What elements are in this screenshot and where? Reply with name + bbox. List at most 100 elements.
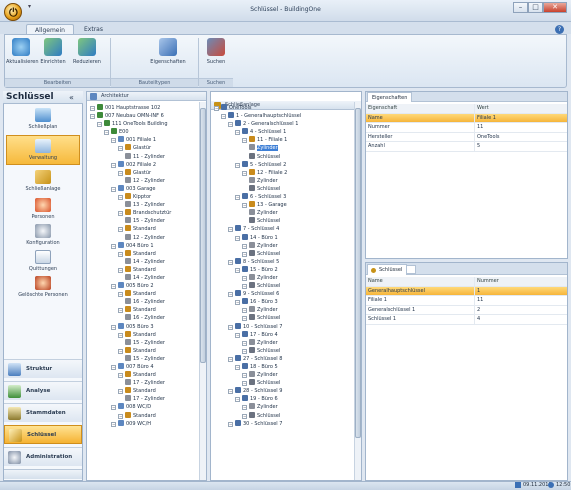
tree-node[interactable]: − 12 - Filiale 2 <box>214 168 352 177</box>
expander-icon[interactable]: − <box>242 251 247 257</box>
tree-node[interactable]: 17 - Zylinder <box>90 379 198 387</box>
tree-node[interactable]: 12 - Zylinder <box>90 176 198 185</box>
sidebar-item-schliessplan[interactable]: Schließplan <box>6 108 80 130</box>
close-button[interactable]: ✕ <box>543 2 567 13</box>
expander-icon[interactable]: − <box>228 389 233 395</box>
tree-node[interactable]: − Zylinder <box>214 306 352 314</box>
expander-icon[interactable]: − <box>235 235 240 241</box>
tree-node[interactable]: − 13 - Garage <box>214 201 352 209</box>
tree-node[interactable]: − 6 - Schlüssel 3 <box>214 193 352 201</box>
tree-node[interactable]: − 19 - Büro 6 <box>214 395 352 403</box>
tree-node[interactable]: − Glastür <box>90 144 198 152</box>
nav-analyse[interactable]: Analyse <box>4 381 82 400</box>
tree-node[interactable]: − Zylinder <box>214 273 352 282</box>
expander-icon[interactable]: − <box>235 195 240 201</box>
expand-button[interactable]: Einrichten <box>38 38 68 65</box>
expander-icon[interactable]: − <box>242 381 247 387</box>
tree-node[interactable]: − Standard <box>90 387 198 395</box>
tree-node[interactable]: − 001 Hauptstrasse 102 <box>90 104 198 112</box>
collapse-button[interactable]: Reduzieren <box>72 38 102 65</box>
tree-node[interactable]: − Schlüssel <box>214 282 352 290</box>
tree-node[interactable]: 17 - Zylinder <box>90 395 198 403</box>
expander-icon[interactable]: − <box>118 251 123 257</box>
tree-node[interactable]: Zylinder <box>214 176 352 185</box>
tree-node[interactable]: − 001 Filiale 1 <box>90 136 198 144</box>
expander-icon[interactable]: − <box>221 114 226 120</box>
tree-node[interactable]: − 27 - Schlüssel 8 <box>214 354 352 363</box>
tree-node[interactable]: − 16 - Büro 3 <box>214 298 352 306</box>
expander-icon[interactable]: − <box>228 122 233 128</box>
sidebar-item-geloeschte-personen[interactable]: Gelöschte Personen <box>6 276 80 298</box>
expander-icon[interactable]: − <box>118 413 123 419</box>
expander-icon[interactable]: − <box>242 373 247 379</box>
expander-icon[interactable]: − <box>118 195 123 201</box>
expander-icon[interactable]: − <box>235 267 240 273</box>
expander-icon[interactable]: − <box>214 106 219 111</box>
tree-node[interactable]: − Standard <box>90 225 198 233</box>
tree-node[interactable]: − 002 Filiale 2 <box>90 160 198 169</box>
expander-icon[interactable]: − <box>235 130 240 136</box>
expander-icon[interactable]: − <box>235 300 240 306</box>
column-header[interactable]: Name <box>366 277 475 286</box>
expander-icon[interactable]: − <box>242 138 247 144</box>
tree-node[interactable]: Zylinder <box>214 209 352 217</box>
table-row[interactable]: Hersteller OneTools <box>366 132 567 142</box>
sidebar-item-konfiguration[interactable]: Konfiguration <box>6 224 80 246</box>
tree-node[interactable]: − Zylinder <box>214 241 352 250</box>
sidebar-item-verwaltung[interactable]: Verwaltung <box>6 135 80 165</box>
architecture-scrollbar[interactable] <box>199 102 206 480</box>
tree-node[interactable]: 16 - Zylinder <box>90 298 198 306</box>
expander-icon[interactable]: − <box>235 162 240 168</box>
help-icon[interactable]: ? <box>555 25 564 34</box>
tree-node[interactable]: − Zylinder <box>214 371 352 379</box>
tree-node[interactable]: Zylinder <box>214 144 352 152</box>
tree-node[interactable]: − 11 - Filiale 1 <box>214 136 352 144</box>
tree-node[interactable]: − 9 - Schlüssel 6 <box>214 290 352 298</box>
tree-node[interactable]: 12 - Zylinder <box>90 233 198 242</box>
sidebar-item-quittungen[interactable]: Quittungen <box>6 250 80 272</box>
tree-node[interactable]: 13 - Zylinder <box>90 201 198 209</box>
tree-node[interactable]: 15 - Zylinder <box>90 354 198 363</box>
tree-node[interactable]: − Standard <box>90 306 198 314</box>
nav-administration[interactable]: Administration <box>4 447 82 466</box>
locking-system-tree[interactable]: − OneTools −1 - Generalhauptschlüssel −2 - … <box>214 104 352 480</box>
tree-node[interactable]: − 5 - Schlüssel 2 <box>214 160 352 169</box>
tree-node[interactable]: − 009 WC/H <box>90 419 198 428</box>
expander-icon[interactable]: − <box>111 421 116 427</box>
tree-node[interactable]: − Zylinder <box>214 403 352 411</box>
expander-icon[interactable]: − <box>118 170 123 176</box>
tree-node[interactable]: − Schlüssel <box>214 249 352 258</box>
nav-stammdaten[interactable]: Stammdaten <box>4 403 82 422</box>
tree-node[interactable]: − 4 - Schlüssel 1 <box>214 128 352 136</box>
tree-node[interactable]: Schlüssel <box>214 152 352 161</box>
tree-node[interactable]: − Standard <box>90 330 198 339</box>
nav-overflow-bar[interactable] <box>4 469 82 479</box>
expander-icon[interactable]: − <box>118 389 123 395</box>
expander-icon[interactable]: − <box>242 308 247 314</box>
tree-node[interactable]: 11 - Zylinder <box>90 152 198 161</box>
scrollbar-thumb[interactable] <box>355 108 361 438</box>
tree-node[interactable]: − Standard <box>90 290 198 298</box>
tree-node[interactable]: − 15 - Büro 2 <box>214 265 352 274</box>
expander-icon[interactable]: − <box>228 356 233 362</box>
column-header[interactable]: Eigenschaft <box>366 104 475 113</box>
expander-icon[interactable]: − <box>118 308 123 314</box>
add-tab-button[interactable] <box>406 265 416 274</box>
expander-icon[interactable]: − <box>111 284 116 290</box>
table-row[interactable]: Generalhauptschlüssel 1 <box>366 286 567 296</box>
expander-icon[interactable]: − <box>111 365 116 370</box>
tree-node[interactable]: − 28 - Schlüssel 9 <box>214 387 352 395</box>
tree-node[interactable]: − 005 Büro 3 <box>90 322 198 331</box>
expander-icon[interactable]: − <box>242 284 247 290</box>
tree-node[interactable]: − 1 - Generalhauptschlüssel <box>214 112 352 120</box>
table-row[interactable]: Nummer 11 <box>366 123 567 133</box>
tree-node[interactable]: 15 - Zylinder <box>90 217 198 225</box>
expander-icon[interactable]: − <box>104 130 109 136</box>
nav-struktur[interactable]: Struktur <box>4 359 82 378</box>
expander-icon[interactable]: − <box>228 324 233 330</box>
expander-icon[interactable]: − <box>118 146 123 152</box>
scrollbar-thumb[interactable] <box>200 108 206 363</box>
tree-node[interactable]: − Zylinder <box>214 338 352 347</box>
expander-icon[interactable]: − <box>228 421 233 427</box>
properties-grid[interactable]: Eigenschaft Wert Name Filiale 1 Nummer 11 Hers… <box>366 104 567 152</box>
